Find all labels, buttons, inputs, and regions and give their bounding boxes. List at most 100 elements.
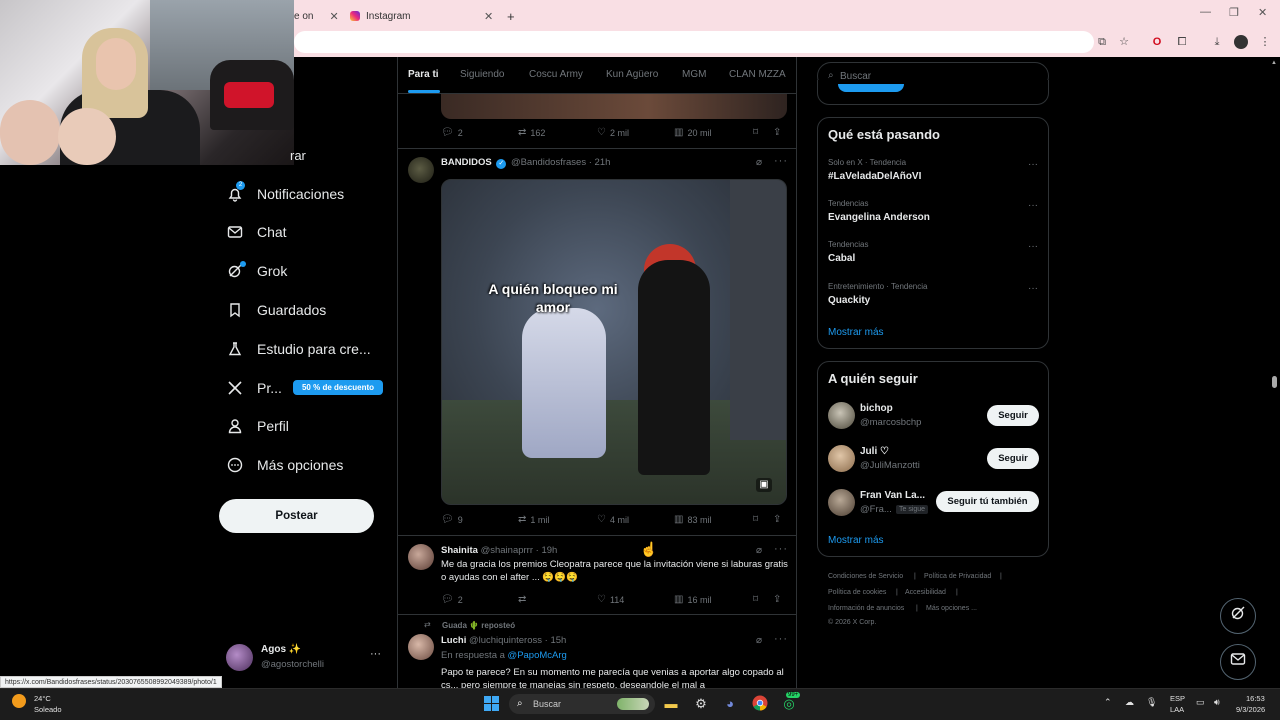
like-button[interactable]: ♡ 114 (597, 594, 624, 605)
nav-item-notifications[interactable]: 2 Notificaciones (226, 179, 344, 209)
scroll-up-icon[interactable]: ▲ (1271, 60, 1277, 66)
keyboard-lang[interactable]: ESP (1170, 694, 1185, 703)
restore-icon[interactable]: ❐ (1229, 6, 1239, 19)
views-button[interactable]: ▥ 16 mil (674, 594, 711, 605)
follow-button[interactable]: Seguir (987, 448, 1039, 469)
retweet-button[interactable]: ⇄ 1 mil (518, 514, 549, 525)
weather-sun-icon[interactable] (12, 694, 26, 708)
trend-more-icon[interactable]: ··· (1028, 200, 1038, 211)
tab-kun-aguero[interactable]: Kun Agüero (606, 69, 658, 80)
nav-item-bookmarks[interactable]: Guardados (226, 295, 326, 325)
trends-show-more-link[interactable]: Mostrar más (828, 327, 884, 338)
grok-explain-icon[interactable]: ⌀ (756, 545, 762, 556)
share-button[interactable]: ⇪ (773, 594, 781, 605)
star-icon[interactable]: ☆ (1117, 35, 1131, 49)
footer-link[interactable]: Condiciones de Servicio (828, 573, 903, 580)
tab-clan-mzza[interactable]: CLAN MZZA (729, 69, 786, 80)
follow-name[interactable]: bichop (860, 403, 893, 414)
follow-name[interactable]: Juli ♡ (860, 446, 889, 457)
tweet-author-name[interactable]: BANDIDOS (441, 157, 492, 168)
trend-more-icon[interactable]: ··· (1028, 241, 1038, 252)
reply-button[interactable]: 💬︎ 2 (441, 594, 463, 605)
share-button[interactable]: ⇪ (773, 514, 781, 525)
profile-avatar-icon[interactable] (1234, 35, 1248, 49)
follow-button[interactable]: Seguir (987, 405, 1039, 426)
tweet-time[interactable]: · 19h (536, 545, 558, 556)
tweet-media[interactable]: A quién bloqueo mi amor ▣ (441, 179, 787, 505)
follow-back-button[interactable]: Seguir tú también (936, 491, 1039, 512)
gif-icon[interactable]: ▣ (756, 478, 772, 492)
grok-float-button[interactable] (1220, 598, 1256, 634)
more-options-icon[interactable]: ··· (774, 155, 788, 167)
grok-explain-icon[interactable]: ⌀ (756, 157, 762, 168)
account-switcher[interactable]: Agos ✨ @agostorchelli ··· (226, 642, 386, 676)
tweet-author-name[interactable]: Shainita (441, 545, 478, 556)
grok-explain-icon[interactable]: ⌀ (756, 635, 762, 646)
views-button[interactable]: ▥ 20 mil (674, 127, 711, 138)
settings-gear-icon[interactable]: ⚙ (692, 695, 710, 713)
browser-tab-1[interactable]: e on ✕ (294, 4, 344, 28)
tab-para-ti[interactable]: Para ti (408, 69, 439, 80)
windows-start-icon[interactable] (484, 696, 499, 711)
browser-tab-instagram[interactable]: Instagram ✕ (350, 4, 500, 28)
tab-mgm[interactable]: MGM (682, 69, 706, 80)
tweet-author-handle[interactable]: @Bandidosfrases (511, 157, 586, 168)
chrome-icon[interactable] (751, 695, 769, 713)
bookmark-button[interactable]: ⌑ (753, 127, 758, 138)
bookmark-button[interactable]: ⌑ (753, 514, 758, 525)
menu-kebab-icon[interactable]: ⋮ (1258, 35, 1272, 49)
nav-item-premium[interactable]: Pr... (226, 373, 282, 403)
retweet-button[interactable]: ⇄ (518, 594, 530, 605)
follow-name[interactable]: Fran Van La... (860, 490, 925, 501)
close-tab-icon[interactable]: ✕ (484, 10, 493, 23)
install-app-icon[interactable]: ⧉ (1095, 35, 1109, 49)
footer-link[interactable]: Accesibilidad (905, 589, 946, 596)
footer-link[interactable]: Política de Privacidad (924, 573, 991, 580)
previous-tweet-media[interactable] (441, 94, 787, 119)
tray-mic-icon[interactable]: 🎙︎ (1146, 697, 1157, 708)
more-options-icon[interactable]: ··· (774, 633, 788, 645)
volume-icon[interactable]: 🔊︎ (1214, 697, 1220, 708)
trend-more-icon[interactable]: ··· (1028, 159, 1038, 170)
trend-more-icon[interactable]: ··· (1028, 283, 1038, 294)
retweet-button[interactable]: ⇄ 162 (518, 127, 545, 138)
footer-link[interactable]: Información de anuncios (828, 605, 904, 612)
follow-show-more-link[interactable]: Mostrar más (828, 535, 884, 546)
tweet-author-name[interactable]: Luchi (441, 635, 466, 646)
tray-chevron-icon[interactable]: ⌃ (1104, 697, 1112, 708)
scroll-thumb[interactable] (1272, 376, 1277, 388)
tweet-time[interactable]: · 21h (589, 157, 611, 168)
extensions-icon[interactable]: ⧠ (1175, 35, 1189, 49)
avatar[interactable] (408, 544, 434, 570)
close-window-icon[interactable]: ✕ (1258, 6, 1267, 19)
repost-note[interactable]: Guada 🌵 reposteó (442, 621, 515, 630)
minimize-icon[interactable]: — (1200, 6, 1211, 18)
avatar[interactable] (408, 157, 434, 183)
avatar[interactable] (408, 634, 434, 660)
tab-siguiendo[interactable]: Siguiendo (460, 69, 504, 80)
nav-item-more[interactable]: Más opciones (226, 450, 343, 480)
tab-coscu-army[interactable]: Coscu Army (529, 69, 583, 80)
file-explorer-icon[interactable]: ▬ (662, 695, 680, 713)
tray-cloud-icon[interactable]: ☁ (1125, 697, 1134, 708)
nav-item-profile[interactable]: Perfil (226, 411, 289, 441)
like-button[interactable]: ♡ 4 mil (597, 514, 629, 525)
more-options-icon[interactable]: ··· (774, 543, 788, 555)
bookmark-button[interactable]: ⌑ (753, 594, 758, 605)
tweet-author-handle[interactable]: @shainaprrr (481, 545, 533, 556)
clock-time[interactable]: 16:53 (1246, 694, 1265, 703)
account-more-icon[interactable]: ··· (370, 648, 381, 660)
discord-icon[interactable]: ◕ (721, 695, 739, 713)
premium-subscribe-button[interactable] (838, 84, 904, 92)
download-icon[interactable]: ⤓ (1210, 35, 1224, 49)
nav-item-studio[interactable]: Estudio para cre... (226, 334, 371, 364)
avatar[interactable] (828, 445, 855, 472)
close-tab-icon[interactable]: ✕ (329, 10, 338, 23)
reply-button[interactable]: 💬︎ 2 (441, 127, 463, 138)
footer-link[interactable]: Más opciones ... (926, 605, 977, 612)
share-button[interactable]: ⇪ (773, 127, 781, 138)
address-bar[interactable] (294, 31, 1094, 53)
weather-temp[interactable]: 24°C (34, 694, 51, 703)
tweet-author-handle[interactable]: @luchiquinteross (469, 635, 542, 646)
like-button[interactable]: ♡ 2 mil (597, 127, 629, 138)
